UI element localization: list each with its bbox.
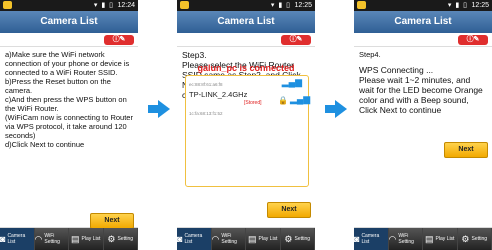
notification-icon xyxy=(3,1,12,9)
camera-icon: ◙ xyxy=(354,234,360,244)
tab-play-list[interactable]: ▤ Play List xyxy=(246,228,281,250)
tab-bar: ◙ Camera List ◠ WiFi Setting ▤ Play List ⚙ S… xyxy=(177,228,315,250)
step4-panel: Step4. WPS Connecting ... Please wait 1~… xyxy=(354,47,492,227)
next-button[interactable]: Next xyxy=(90,213,134,229)
help-bar: ⓘ✎ xyxy=(354,33,492,47)
tab-setting[interactable]: ⚙ Setting xyxy=(281,228,315,250)
tab-bar: ◙ Camera List ◠ WiFi Setting ▤ Play List ⚙ S… xyxy=(0,228,138,250)
wifi-mac: 1c:fa:68:13:f1:52 xyxy=(189,111,223,116)
arrow-shaft xyxy=(148,105,158,113)
stored-badge: [Stored] xyxy=(244,100,262,106)
help-icon: ⓘ✎ xyxy=(112,36,126,43)
phone-screen-1: ▾ ▮ ▯ 12:24 Camera List ⓘ✎ a)Make sure t… xyxy=(0,0,138,250)
status-bar: ▾ ▮ ▯ 12:25 xyxy=(354,0,492,11)
tab-camera-list[interactable]: ◙ Camera List xyxy=(0,228,35,250)
help-button[interactable]: ⓘ✎ xyxy=(458,35,488,45)
phone-screen-2: ▾ ▮ ▯ 12:25 Camera List ⓘ✎ Step3. Please… xyxy=(177,0,315,250)
signal-icon: ▂▄▆ xyxy=(290,94,311,104)
notification-icon xyxy=(180,1,189,9)
wifi-icon: ◠ xyxy=(211,233,220,244)
status-bar: ▾ ▮ ▯ 12:24 xyxy=(0,0,138,11)
wifi-item[interactable]: TP-LINK_2.4GHz xyxy=(189,90,247,99)
next-button[interactable]: Next xyxy=(267,202,311,218)
notification-icon xyxy=(357,1,366,9)
next-button[interactable]: Next xyxy=(444,142,488,158)
help-button[interactable]: ⓘ✎ xyxy=(281,35,311,45)
playlist-icon: ▤ xyxy=(425,233,434,244)
tab-bar: ◙ Camera List ◠ WiFi Setting ▤ Play List ⚙ S… xyxy=(354,228,492,250)
tab-camera-list[interactable]: ◙ Camera List xyxy=(177,228,212,250)
gear-icon: ⚙ xyxy=(461,233,470,244)
help-bar: ⓘ✎ xyxy=(177,33,315,47)
tab-camera-list[interactable]: ◙ Camera List xyxy=(354,228,389,250)
camera-icon: ◙ xyxy=(0,234,6,244)
wps-status-text: WPS Connecting ... Please wait 1~2 minut… xyxy=(359,65,483,115)
status-icons: ▾ ▮ ▯ xyxy=(93,2,114,9)
tab-play-list[interactable]: ▤ Play List xyxy=(423,228,458,250)
wifi-list[interactable]: ec:88:8f:61:a6:f8 ▂▄▆ TP-LINK_2.4GHz [St… xyxy=(185,75,311,187)
page-title: Camera List xyxy=(354,11,492,33)
next-step-arrow-icon xyxy=(335,100,347,118)
help-icon: ⓘ✎ xyxy=(466,36,480,43)
tab-play-list[interactable]: ▤ Play List xyxy=(69,228,104,250)
clock: 12:25 xyxy=(471,2,489,9)
tab-wifi-setting[interactable]: ◠ WiFi Setting xyxy=(34,228,69,250)
clock: 12:25 xyxy=(294,2,312,9)
next-step-arrow-icon xyxy=(158,100,170,118)
status-icons: ▾ ▮ ▯ xyxy=(447,2,468,9)
playlist-icon: ▤ xyxy=(248,233,257,244)
tab-wifi-setting[interactable]: ◠ WiFi Setting xyxy=(388,228,423,250)
tab-setting[interactable]: ⚙ Setting xyxy=(104,228,138,250)
status-icons: ▾ ▮ ▯ xyxy=(270,2,291,9)
phone-screen-3: ▾ ▮ ▯ 12:25 Camera List ⓘ✎ Step4. WPS Co… xyxy=(354,0,492,250)
tab-setting[interactable]: ⚙ Setting xyxy=(458,228,492,250)
help-icon: ⓘ✎ xyxy=(289,36,303,43)
tab-wifi-setting[interactable]: ◠ WiFi Setting xyxy=(211,228,246,250)
lock-icon: 🔒 xyxy=(278,96,288,105)
connection-status: galun_pc is connected xyxy=(197,63,295,73)
page-title: Camera List xyxy=(177,11,315,33)
help-button[interactable]: ⓘ✎ xyxy=(104,35,134,45)
help-bar: ⓘ✎ xyxy=(0,33,138,47)
page-title: Camera List xyxy=(0,11,138,33)
status-bar: ▾ ▮ ▯ 12:25 xyxy=(177,0,315,11)
wifi-icon: ◠ xyxy=(388,233,397,244)
wifi-mac-top: ec:88:8f:61:a6:f8 xyxy=(189,82,223,87)
instructions-text: a)Make sure the WiFi network connection … xyxy=(5,50,133,149)
arrow-shaft xyxy=(325,105,335,113)
step4-label: Step4. xyxy=(359,50,381,59)
camera-icon: ◙ xyxy=(177,234,183,244)
clock: 12:24 xyxy=(117,2,135,9)
signal-icon: ▂▄▆ xyxy=(281,77,302,87)
gear-icon: ⚙ xyxy=(107,233,116,244)
playlist-icon: ▤ xyxy=(71,233,80,244)
instructions-panel: a)Make sure the WiFi network connection … xyxy=(0,47,138,229)
wifi-icon: ◠ xyxy=(34,233,43,244)
gear-icon: ⚙ xyxy=(284,233,293,244)
